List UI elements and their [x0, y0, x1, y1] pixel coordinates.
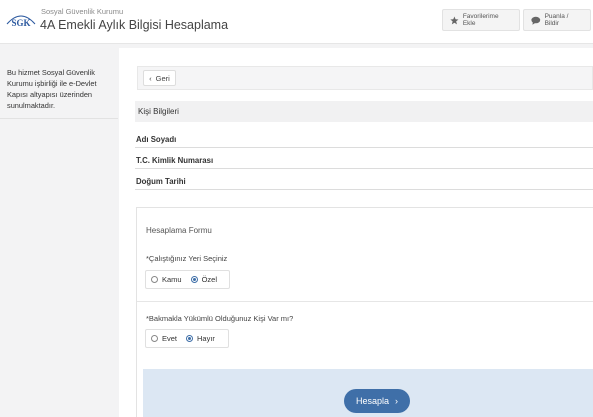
field-divider — [258, 189, 593, 190]
radio-circle — [151, 335, 158, 342]
radio-hayir[interactable]: Hayır — [186, 334, 215, 343]
radio-evet-label: Evet — [162, 334, 178, 343]
field-divider — [135, 189, 258, 190]
radio-evet[interactable]: Evet — [151, 334, 177, 343]
back-button[interactable]: ‹ Geri — [143, 70, 176, 86]
chevron-right-icon: › — [395, 396, 399, 406]
radio-kamu[interactable]: Kamu — [151, 275, 182, 284]
back-toolbar: ‹ Geri — [137, 66, 593, 90]
radio-hayir-label: Hayır — [197, 334, 215, 343]
speech-bubble-icon — [531, 16, 541, 25]
org-name: Sosyal Güvenlik Kurumu — [41, 7, 124, 16]
radio-kamu-label: Kamu — [162, 275, 182, 284]
workplace-radio-group: Kamu Özel — [145, 270, 230, 289]
field-name-label: Adı Soyadı — [136, 135, 177, 144]
page-title: 4A Emekli Aylık Bilgisi Hesaplama — [40, 18, 229, 32]
workplace-question: *Çalıştığınız Yeri Seçiniz — [146, 254, 228, 263]
radio-ozel[interactable]: Özel — [190, 275, 218, 284]
radio-ozel-label: Özel — [201, 275, 218, 284]
sidebar-divider — [0, 118, 118, 119]
field-divider — [258, 168, 593, 169]
sgk-logo: SGK — [6, 15, 36, 28]
back-button-label: Geri — [155, 73, 170, 83]
dependents-question: *Bakmakla Yükümlü Olduğunuz Kişi Var mı? — [146, 314, 294, 323]
question-divider — [137, 301, 593, 302]
field-divider — [135, 147, 258, 148]
dependents-radio-group: Evet Hayır — [145, 329, 229, 348]
add-favorites-button[interactable]: Favorilerime Ekle — [442, 9, 520, 31]
radio-circle-selected — [186, 335, 194, 342]
calculate-button-label: Hesapla — [355, 396, 390, 406]
form-title: Hesaplama Formu — [146, 226, 212, 235]
field-birthdate-label: Doğum Tarihi — [136, 177, 186, 186]
svg-text:SGK: SGK — [11, 18, 30, 28]
radio-circle — [151, 276, 158, 283]
rate-report-label: Puanla / Bildir — [544, 13, 569, 27]
radio-circle-selected — [190, 276, 198, 283]
top-header: SGK Sosyal Güvenlik Kurumu 4A Emekli Ayl… — [0, 0, 593, 44]
add-favorites-label: Favorilerime Ekle — [462, 13, 499, 27]
field-divider — [258, 147, 593, 148]
rate-report-button[interactable]: Puanla / Bildir — [523, 9, 591, 31]
calculate-button[interactable]: Hesapla › — [344, 389, 410, 413]
personal-info-header: Kişi Bilgileri — [135, 101, 593, 122]
field-tckn-label: T.C. Kimlik Numarası — [136, 156, 214, 165]
field-divider — [135, 168, 258, 169]
service-notice: Bu hizmet Sosyal Güvenlik Kurumu işbirli… — [7, 68, 97, 110]
chevron-left-icon: ‹ — [149, 73, 152, 83]
star-icon — [450, 16, 459, 24]
